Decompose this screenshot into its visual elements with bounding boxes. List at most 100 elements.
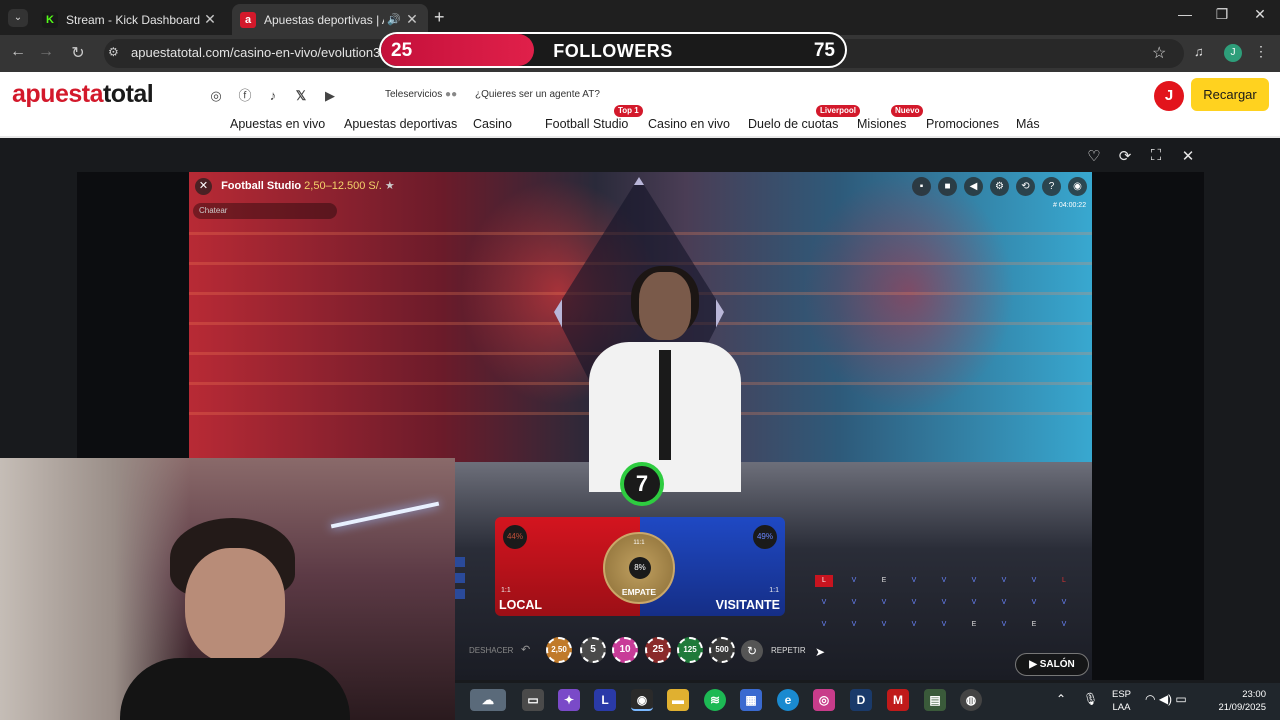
forward-icon[interactable]: → (34, 43, 58, 61)
visitante-label: VISITANTE (715, 598, 780, 612)
browser-menu-icon[interactable]: ⋮ (1254, 43, 1268, 60)
nav-casino[interactable]: Casino (473, 117, 512, 131)
disney-plus-icon[interactable]: D (850, 689, 872, 711)
audio-playing-icon[interactable]: 🔊 (384, 13, 404, 26)
become-agent-link[interactable]: ¿Quieres ser un agente AT? (475, 89, 600, 100)
profile-avatar[interactable]: J (1224, 44, 1242, 62)
instagram-icon[interactable]: ◎ (207, 87, 225, 105)
undo-button[interactable]: DESHACER (469, 646, 513, 655)
nav-mas[interactable]: Más (1016, 117, 1040, 131)
x-twitter-icon[interactable]: 𝕏 (292, 87, 310, 105)
visitante-percent: 49% (753, 525, 777, 549)
empate-label: EMPATE (621, 587, 657, 597)
tab-close-icon[interactable]: ✕ (404, 11, 420, 28)
nav-casino-en-vivo[interactable]: Casino en vivo (648, 117, 730, 131)
facebook-icon[interactable]: ⓕ (236, 87, 254, 105)
language-indicator[interactable]: ESP LAA (1112, 688, 1131, 714)
speaker-icon[interactable]: ◀) (1159, 692, 1172, 706)
close-window-icon[interactable]: ✕ (1241, 6, 1279, 23)
followers-label: FOLLOWERS (553, 41, 673, 61)
chip-125[interactable]: 125 (677, 637, 703, 663)
widgets-icon[interactable]: ☁ (470, 689, 506, 711)
restore-icon[interactable]: ❐ (1203, 6, 1241, 23)
play-icon: ▶ (1029, 659, 1040, 670)
tab-close-icon[interactable]: ✕ (202, 11, 218, 28)
volume-icon[interactable]: ◀ (964, 177, 983, 196)
copilot-icon[interactable]: ✦ (558, 689, 580, 711)
lobby-button[interactable]: ▶ SALÓN (1015, 653, 1089, 676)
bet-spot-empate[interactable]: 11:1 8% EMPATE (603, 532, 675, 604)
lobby-icon[interactable]: ◉ (1068, 177, 1087, 196)
fullscreen-icon[interactable]: ⛶ (1144, 147, 1168, 164)
refresh-game-icon[interactable]: ⟳ (1113, 147, 1137, 165)
media-control-icon[interactable]: ♫ (1194, 44, 1204, 59)
tray-chevron-icon[interactable]: ⌃ (1056, 692, 1066, 706)
user-avatar[interactable]: J (1154, 81, 1184, 111)
roadmap-cell: V (1061, 621, 1067, 628)
game-title: Football Studio (221, 180, 302, 192)
favorite-star-icon[interactable]: ★ (385, 180, 395, 192)
chrome-icon[interactable]: ◉ (631, 689, 653, 711)
minimize-icon[interactable]: — (1166, 6, 1204, 22)
roadmap-cell: V (1031, 577, 1037, 584)
task-view-icon[interactable]: ▭ (522, 689, 544, 711)
game-id: # 04:00:22 (1053, 202, 1087, 209)
settings-icon[interactable]: ⚙ (990, 177, 1009, 196)
store-icon[interactable]: ▦ (740, 689, 762, 711)
history-icon[interactable]: ⟲ (1016, 177, 1035, 196)
apuestatotal-logo[interactable]: apuestatotal (12, 80, 154, 109)
tiktok-icon[interactable]: ♪ (264, 87, 282, 105)
chat-icon[interactable]: ▪ (912, 177, 931, 196)
chip-10[interactable]: 10 (612, 637, 638, 663)
obs-icon[interactable]: ◍ (960, 689, 982, 711)
file-explorer-icon[interactable]: ▬ (667, 689, 689, 711)
local-label: LOCAL (499, 598, 543, 612)
favorite-heart-icon[interactable]: ♡ (1082, 147, 1106, 165)
tab-search-chevron-icon[interactable]: ⌄ (8, 9, 28, 27)
nav-apuestas-deportivas[interactable]: Apuestas deportivas (344, 117, 457, 131)
chip-500[interactable]: 500 (709, 637, 735, 663)
back-icon[interactable]: ← (6, 43, 30, 61)
teleservicios-link[interactable]: Teleservicios ●● (385, 89, 457, 100)
repeat-button[interactable]: REPETIR (771, 646, 806, 655)
app-terminal-icon[interactable]: ▤ (924, 689, 946, 711)
battery-icon[interactable]: ▭ (1175, 692, 1186, 706)
nav-misiones[interactable]: Misiones (857, 117, 906, 131)
chat-input[interactable]: Chatear (193, 203, 337, 219)
help-icon[interactable]: ? (1042, 177, 1061, 196)
system-clock[interactable]: 23:00 21/09/2025 (1210, 688, 1266, 714)
system-tray[interactable]: ◠ ◀) ▭ (1145, 692, 1187, 706)
tab-apuestas-deportivas[interactable]: a Apuestas deportivas | Apue 🔊 ✕ (232, 4, 428, 35)
instagram-app-icon[interactable]: ◎ (813, 689, 835, 711)
chip-5[interactable]: 5 (580, 637, 606, 663)
game-header: ✕ Football Studio 2,50–12.500 S/. ★ (195, 178, 395, 195)
roadmap-cell: E (971, 621, 977, 628)
youtube-icon[interactable]: ▶ (321, 87, 339, 105)
reload-icon[interactable]: ↻ (66, 43, 90, 63)
nav-duelo-de-cuotas[interactable]: Duelo de cuotas (748, 117, 838, 131)
camera-icon[interactable]: ■ (938, 177, 957, 196)
close-video-icon[interactable]: ✕ (195, 178, 212, 195)
chip-2-50[interactable]: 2,50 (546, 637, 572, 663)
site-info-icon[interactable]: ⚙ (108, 45, 119, 59)
edge-icon[interactable]: e (777, 689, 799, 711)
undo-icon[interactable]: ↶ (521, 643, 530, 656)
tab-kick-dashboard[interactable]: K Stream - Kick Dashboard ✕ (34, 4, 226, 35)
new-tab-icon[interactable]: + (434, 7, 445, 28)
repeat-icon[interactable]: ↻ (741, 640, 763, 662)
recharge-button[interactable]: Recargar (1191, 78, 1269, 111)
chip-25[interactable]: 25 (645, 637, 671, 663)
mcafee-icon[interactable]: M (887, 689, 909, 711)
spotify-icon[interactable]: ≋ (704, 689, 726, 711)
app-l-icon[interactable]: L (594, 689, 616, 711)
close-game-icon[interactable]: ✕ (1176, 147, 1200, 165)
phone-icon[interactable]: ● (451, 89, 457, 100)
side-bet-buttons[interactable] (455, 557, 465, 612)
nav-promociones[interactable]: Promociones (926, 117, 999, 131)
browser-tab-strip: ⌄ K Stream - Kick Dashboard ✕ a Apuestas… (0, 0, 1280, 35)
nav-football-studio[interactable]: Football Studio (545, 117, 628, 131)
nav-apuestas-en-vivo[interactable]: Apuestas en vivo (230, 117, 325, 131)
microphone-icon[interactable]: 🎙 (1083, 692, 1098, 706)
wifi-icon[interactable]: ◠ (1145, 692, 1155, 706)
bookmark-star-icon[interactable]: ☆ (1152, 43, 1166, 63)
